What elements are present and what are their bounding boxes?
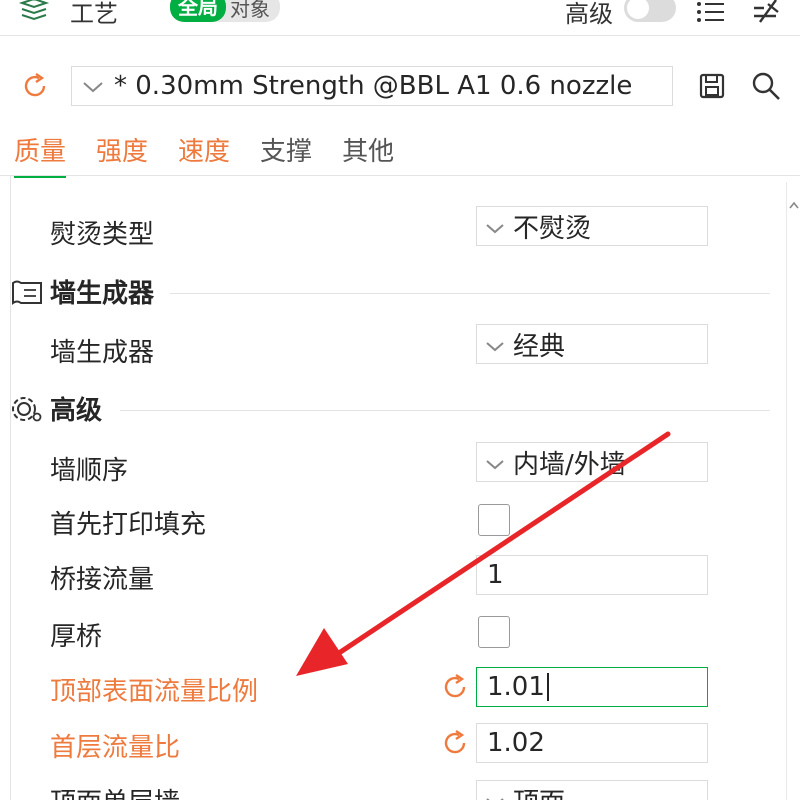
setting-top-surface-flow: 顶部表面流量比例 1.01 bbox=[0, 667, 780, 717]
section-advanced: 高级 bbox=[0, 390, 780, 430]
setting-ironing-type: 熨烫类型 不熨烫 bbox=[0, 206, 780, 256]
scroll-up-icon bbox=[789, 194, 799, 213]
dropdown-value: 经典 bbox=[513, 331, 566, 362]
process-icon bbox=[18, 0, 50, 26]
chevron-down-icon bbox=[485, 447, 505, 477]
setting-wall-generator: 墙生成器 经典 bbox=[0, 324, 780, 374]
compare-icon[interactable] bbox=[750, 0, 782, 30]
input-value: 1.01 bbox=[487, 672, 545, 702]
settings-tabs: 质量 强度 速度 支撑 其他 bbox=[14, 132, 424, 178]
setting-label: 墙顺序 bbox=[50, 456, 129, 486]
setting-label: 桥接流量 bbox=[50, 565, 155, 595]
list-icon[interactable] bbox=[696, 0, 726, 28]
top-surface-flow-input[interactable]: 1.01 bbox=[476, 667, 708, 707]
gear-icon bbox=[10, 392, 44, 430]
setting-label: 顶部表面流量比例 bbox=[50, 677, 259, 707]
process-settings-panel: 工艺 全局 对象 高级 * 0.30mm Strength @BBL A1 0.… bbox=[0, 0, 800, 800]
setting-bridge-flow: 桥接流量 1 bbox=[0, 555, 780, 605]
chevron-down-icon bbox=[485, 211, 505, 241]
tab-strength[interactable]: 强度 bbox=[96, 132, 148, 174]
chevron-down-icon bbox=[485, 785, 505, 800]
tabs-divider bbox=[0, 175, 800, 176]
tab-speed[interactable]: 速度 bbox=[178, 132, 230, 174]
search-icon[interactable] bbox=[750, 70, 782, 106]
dropdown-value: 顶面 bbox=[513, 782, 565, 800]
setting-first-layer-flow: 首层流量比 1.02 bbox=[0, 723, 780, 773]
infill-first-checkbox[interactable] bbox=[478, 504, 510, 536]
thick-bridges-checkbox[interactable] bbox=[478, 616, 510, 648]
text-caret bbox=[546, 673, 549, 701]
setting-thick-bridges: 厚桥 bbox=[0, 614, 780, 664]
save-icon[interactable] bbox=[698, 72, 726, 104]
wall-order-dropdown[interactable]: 内墙/外墙 bbox=[476, 442, 708, 482]
scope-switch[interactable]: 全局 对象 bbox=[170, 0, 280, 22]
setting-label: 首先打印填充 bbox=[50, 510, 207, 540]
dropdown-value: 不熨烫 bbox=[513, 213, 592, 244]
chevron-down-icon bbox=[485, 329, 505, 359]
bridge-flow-input[interactable]: 1 bbox=[476, 555, 708, 595]
setting-wall-order: 墙顺序 内墙/外墙 bbox=[0, 442, 780, 492]
reset-value-icon[interactable] bbox=[442, 729, 470, 761]
panel-title: 工艺 bbox=[70, 0, 118, 28]
reset-value-icon[interactable] bbox=[442, 673, 470, 705]
scope-global-button[interactable]: 全局 bbox=[170, 0, 226, 22]
setting-infill-first: 首先打印填充 bbox=[0, 502, 780, 552]
scrollbar[interactable] bbox=[786, 182, 800, 800]
wall-generator-icon bbox=[10, 275, 44, 313]
wall-generator-dropdown[interactable]: 经典 bbox=[476, 324, 708, 364]
scope-object-button[interactable]: 对象 bbox=[226, 0, 270, 22]
tab-support[interactable]: 支撑 bbox=[260, 132, 312, 174]
setting-label: 首层流量比 bbox=[50, 733, 181, 763]
section-divider bbox=[170, 293, 770, 294]
ironing-type-dropdown[interactable]: 不熨烫 bbox=[476, 206, 708, 246]
setting-label: 熨烫类型 bbox=[50, 220, 155, 250]
dropdown-value: 内墙/外墙 bbox=[513, 449, 626, 480]
reset-preset-icon[interactable] bbox=[22, 72, 50, 104]
input-value: 1 bbox=[487, 560, 504, 590]
chevron-down-icon bbox=[82, 71, 104, 101]
tab-other[interactable]: 其他 bbox=[342, 132, 394, 174]
section-title: 墙生成器 bbox=[50, 279, 155, 309]
setting-label: 墙生成器 bbox=[50, 338, 155, 368]
advanced-toggle[interactable] bbox=[624, 0, 676, 22]
section-divider bbox=[120, 410, 770, 411]
preset-dropdown[interactable]: * 0.30mm Strength @BBL A1 0.6 nozzle bbox=[71, 66, 673, 106]
section-wall-generator: 墙生成器 bbox=[0, 273, 780, 313]
top-one-wall-dropdown[interactable]: 顶面 bbox=[476, 780, 708, 800]
setting-label: 顶面单层墙 bbox=[50, 782, 180, 800]
setting-top-one-wall: 顶面单层墙 顶面 bbox=[0, 780, 780, 800]
setting-label: 厚桥 bbox=[50, 622, 103, 652]
advanced-label: 高级 bbox=[565, 0, 613, 28]
panel-header: 工艺 全局 对象 高级 bbox=[0, 0, 800, 36]
first-layer-flow-input[interactable]: 1.02 bbox=[476, 723, 708, 763]
preset-name: * 0.30mm Strength @BBL A1 0.6 nozzle bbox=[114, 71, 633, 101]
section-title: 高级 bbox=[50, 396, 103, 426]
tab-quality[interactable]: 质量 bbox=[14, 132, 67, 178]
input-value: 1.02 bbox=[487, 728, 545, 758]
